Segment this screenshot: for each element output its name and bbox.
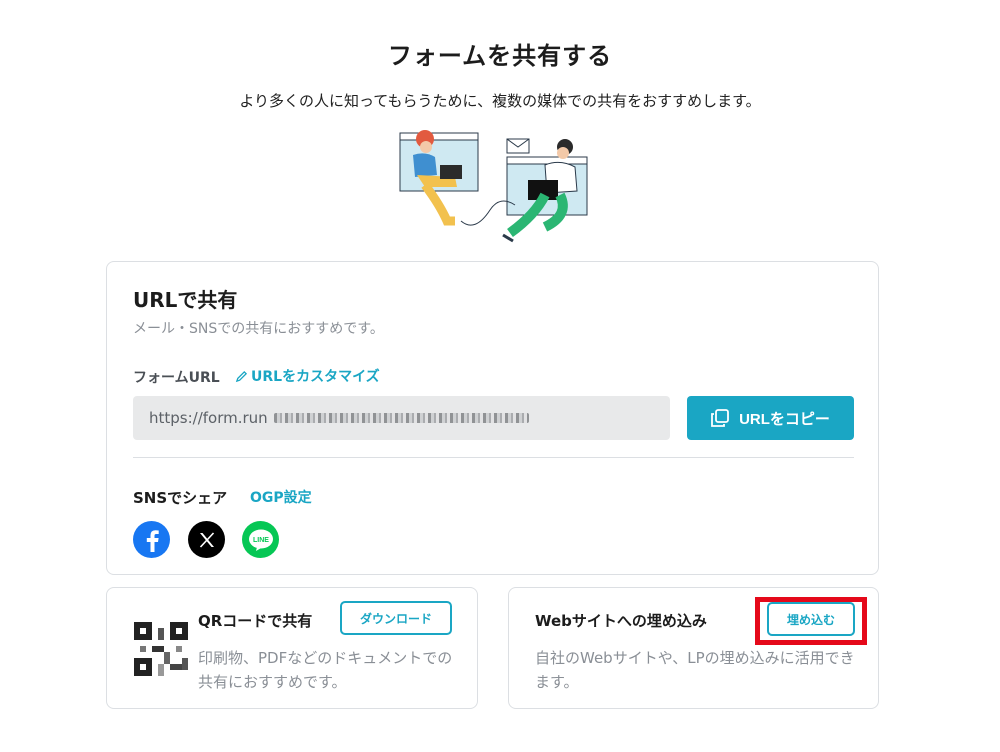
- copy-url-label: URLをコピー: [739, 410, 830, 428]
- sns-share-label: SNSでシェア: [133, 489, 228, 507]
- url-share-card: URLで共有 メール・SNSでの共有におすすめです。 フォームURL URLをカ…: [106, 261, 879, 575]
- x-icon[interactable]: [188, 521, 225, 558]
- svg-text:LINE: LINE: [253, 537, 269, 544]
- page-subtitle: より多くの人に知ってもらうために、複数の媒体での共有をおすすめします。: [239, 92, 761, 110]
- line-icon[interactable]: LINE: [242, 521, 279, 558]
- facebook-icon[interactable]: [133, 521, 170, 558]
- redacted-url-path: [273, 413, 529, 423]
- download-button[interactable]: ダウンロード: [340, 601, 452, 635]
- copy-url-button[interactable]: URLをコピー: [687, 396, 854, 440]
- customize-url-label: URLをカスタマイズ: [251, 369, 380, 385]
- qr-share-title: QRコードで共有: [198, 612, 313, 630]
- pencil-icon: [235, 370, 248, 382]
- copy-icon: [711, 409, 729, 427]
- sharing-illustration: [399, 130, 588, 243]
- form-url-field[interactable]: https://form.run: [133, 396, 670, 440]
- customize-url-link[interactable]: URLをカスタマイズ: [235, 366, 380, 386]
- qr-share-description: 印刷物、PDFなどのドキュメントでの共有におすすめです。: [198, 649, 453, 691]
- web-embed-description: 自社のWebサイトや、LPの埋め込みに活用できます。: [535, 649, 855, 691]
- embed-button[interactable]: 埋め込む: [767, 602, 855, 636]
- url-share-title: URLで共有: [133, 288, 238, 312]
- qr-code-image: [134, 622, 188, 676]
- form-url-prefix: https://form.run: [149, 409, 268, 427]
- page-title: フォームを共有する: [387, 42, 613, 70]
- form-url-label: フォームURL: [133, 370, 220, 386]
- ogp-settings-link[interactable]: OGP設定: [250, 487, 312, 507]
- web-embed-title: Webサイトへの埋め込み: [535, 612, 707, 630]
- web-embed-card: Webサイトへの埋め込み 埋め込む 自社のWebサイトや、LPの埋め込みに活用で…: [508, 587, 879, 709]
- qr-share-card: QRコードで共有 ダウンロード 印刷物、PDFなどのドキュメントでの共有におすす…: [106, 587, 478, 709]
- url-share-description: メール・SNSでの共有におすすめです。: [133, 321, 384, 337]
- section-divider: [133, 457, 854, 458]
